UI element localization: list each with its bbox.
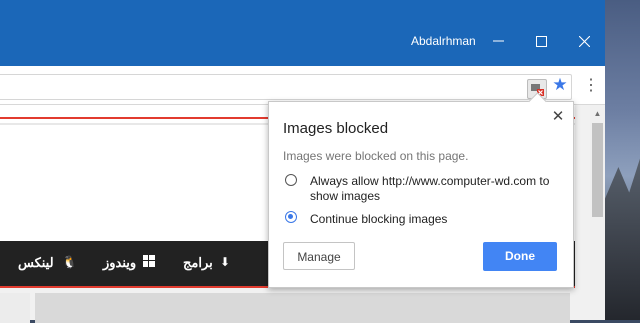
nav-item-programs[interactable]: برامج — [183, 255, 213, 271]
close-icon — [578, 35, 590, 47]
desktop-background — [604, 0, 640, 320]
content-sidebar — [0, 293, 30, 323]
radio-always-allow[interactable] — [285, 174, 297, 186]
scrollbar[interactable]: ▲ — [590, 105, 605, 320]
more-vert-icon[interactable]: ⋮ — [583, 77, 599, 95]
address-toolbar: ★ ⋮ — [0, 66, 605, 105]
images-blocked-popup: Images blocked ✕ Images were blocked on … — [268, 92, 574, 288]
maximize-button[interactable] — [526, 28, 556, 54]
nav-item-windows[interactable]: ويندوز — [103, 255, 136, 271]
windows-icon — [143, 255, 155, 270]
scroll-thumb[interactable] — [592, 123, 603, 217]
radio-continue-blocking[interactable] — [285, 211, 297, 223]
desktop-hills — [604, 158, 640, 320]
scroll-up-icon[interactable]: ▲ — [590, 107, 605, 121]
close-icon[interactable]: ✕ — [549, 108, 567, 126]
content-area — [35, 293, 570, 323]
title-bar: Abdalrhman — [0, 0, 605, 66]
address-bar[interactable] — [0, 74, 572, 100]
minimize-icon — [492, 40, 504, 42]
star-icon[interactable]: ★ — [551, 76, 569, 94]
close-window-button[interactable] — [569, 28, 599, 54]
maximize-icon — [535, 35, 547, 47]
browser-window: Abdalrhman ★ ⋮ لينكس 🐧 ويندوز برامج ⬇ ▲ … — [0, 0, 605, 323]
manage-button[interactable]: Manage — [283, 242, 355, 270]
nav-item-linux[interactable]: لينكس — [18, 255, 54, 271]
download-icon: ⬇ — [220, 255, 231, 269]
minimize-button[interactable] — [483, 28, 513, 54]
linux-icon: 🐧 — [62, 255, 77, 269]
option-continue-blocking-label[interactable]: Continue blocking images — [310, 212, 447, 227]
profile-name[interactable]: Abdalrhman — [411, 34, 476, 48]
popup-title: Images blocked — [283, 120, 389, 137]
option-always-allow-label[interactable]: Always allow http://www.computer-wd.com … — [310, 174, 558, 204]
done-button[interactable]: Done — [483, 242, 557, 271]
popup-message: Images were blocked on this page. — [283, 149, 469, 163]
